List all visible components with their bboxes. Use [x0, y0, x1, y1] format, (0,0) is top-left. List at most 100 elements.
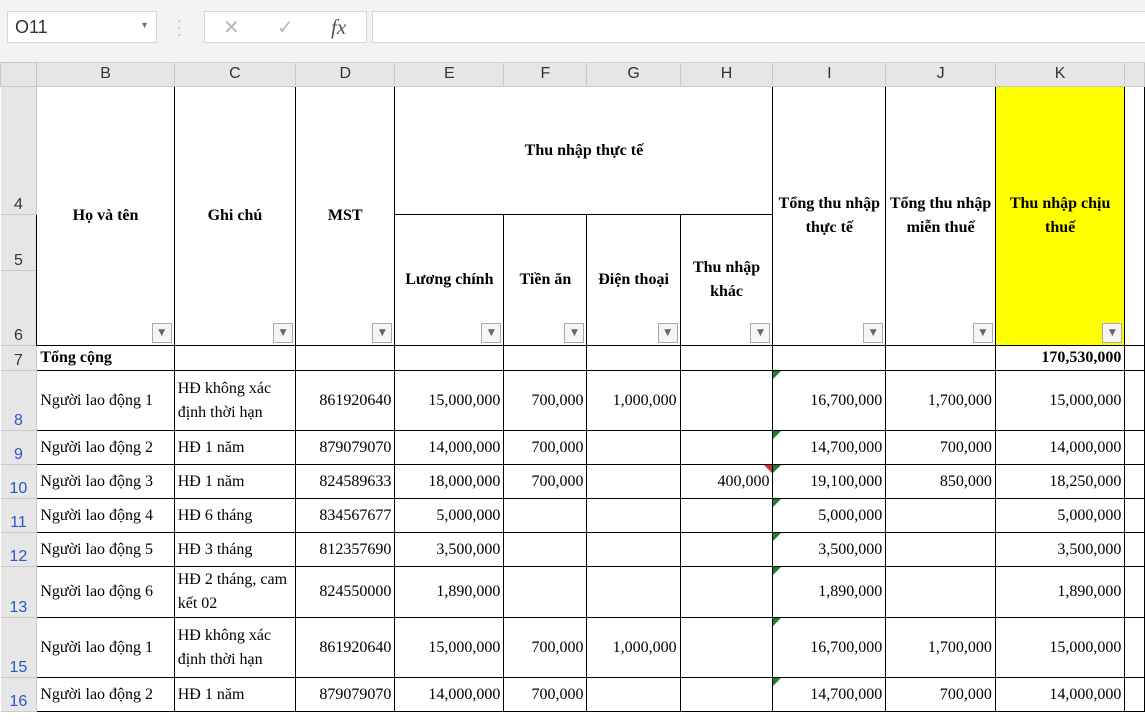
other-income-cell[interactable]: 400,000: [679, 464, 774, 499]
cell[interactable]: [772, 345, 887, 371]
column-header[interactable]: E: [394, 62, 505, 87]
filter-dropdown-icon[interactable]: ▼: [372, 323, 393, 343]
taxable-cell[interactable]: 1,890,000: [994, 566, 1126, 618]
row-header[interactable]: 8: [0, 370, 38, 431]
note-cell[interactable]: HĐ 2 tháng, cam kết 02: [173, 566, 297, 618]
column-header[interactable]: [1124, 62, 1145, 87]
row-header[interactable]: 7: [0, 345, 38, 371]
total-actual-cell[interactable]: 16,700,000: [772, 617, 887, 678]
row-header[interactable]: 16: [0, 677, 38, 712]
cell[interactable]: [679, 345, 774, 371]
cancel-icon[interactable]: ✕: [223, 15, 240, 39]
total-actual-cell[interactable]: 5,000,000: [772, 498, 887, 533]
meal-cell[interactable]: 700,000: [503, 617, 588, 678]
cell[interactable]: [394, 345, 505, 371]
note-cell[interactable]: HĐ 1 năm: [173, 464, 297, 499]
cell[interactable]: [1124, 430, 1145, 465]
total-actual-cell[interactable]: 16,700,000: [772, 370, 887, 431]
cell[interactable]: [586, 345, 681, 371]
mst-cell[interactable]: 834567677: [295, 498, 396, 533]
employee-name[interactable]: Người lao động 5: [36, 532, 175, 567]
taxable-cell[interactable]: 14,000,000: [994, 430, 1126, 465]
taxable-cell[interactable]: 3,500,000: [994, 532, 1126, 567]
total-actual-cell[interactable]: 3,500,000: [772, 532, 887, 567]
salary-cell[interactable]: 14,000,000: [394, 677, 505, 712]
column-header[interactable]: D: [295, 62, 396, 87]
phone-cell[interactable]: [586, 566, 681, 618]
phone-cell[interactable]: [586, 464, 681, 499]
phone-cell[interactable]: 1,000,000: [586, 370, 681, 431]
filter-dropdown-icon[interactable]: ▼: [657, 323, 678, 343]
total-exempt-cell[interactable]: 1,700,000: [885, 370, 996, 431]
other-income-cell[interactable]: [679, 617, 774, 678]
taxable-cell[interactable]: 5,000,000: [994, 498, 1126, 533]
other-income-cell[interactable]: [679, 566, 774, 618]
total-exempt-cell[interactable]: [885, 566, 996, 618]
filter-dropdown-icon[interactable]: ▼: [863, 323, 884, 343]
salary-cell[interactable]: 15,000,000: [394, 617, 505, 678]
employee-name[interactable]: Người lao động 1: [36, 370, 175, 431]
spreadsheet-grid[interactable]: B C D E F G H I J K 4 Họ và tên ▼ Ghi chú…: [0, 62, 1145, 712]
row-header[interactable]: 10: [0, 464, 38, 499]
column-header[interactable]: B: [36, 62, 175, 87]
mst-cell[interactable]: 824589633: [295, 464, 396, 499]
note-cell[interactable]: HĐ 3 tháng: [173, 532, 297, 567]
total-exempt-cell[interactable]: 700,000: [885, 677, 996, 712]
total-label[interactable]: Tổng cộng: [36, 345, 175, 371]
mst-cell[interactable]: 824550000: [295, 566, 396, 618]
mst-cell[interactable]: 879079070: [295, 430, 396, 465]
phone-cell[interactable]: [586, 677, 681, 712]
column-header[interactable]: C: [173, 62, 297, 87]
total-exempt-cell[interactable]: [885, 532, 996, 567]
cell[interactable]: [295, 345, 396, 371]
chevron-down-icon[interactable]: ▼: [140, 20, 149, 30]
filter-dropdown-icon[interactable]: ▼: [481, 323, 502, 343]
mst-cell[interactable]: 861920640: [295, 370, 396, 431]
enter-icon[interactable]: ✓: [277, 15, 294, 39]
cell[interactable]: [173, 345, 297, 371]
cell[interactable]: [1124, 617, 1145, 678]
cell[interactable]: [1124, 532, 1145, 567]
cell[interactable]: [1124, 677, 1145, 712]
row-header[interactable]: 6: [0, 270, 38, 346]
name-box[interactable]: O11 ▼: [7, 11, 157, 43]
column-header[interactable]: J: [885, 62, 996, 87]
salary-cell[interactable]: 3,500,000: [394, 532, 505, 567]
other-income-cell[interactable]: [679, 498, 774, 533]
employee-name[interactable]: Người lao động 2: [36, 430, 175, 465]
cell[interactable]: [1124, 498, 1145, 533]
formula-input[interactable]: [372, 11, 1145, 43]
phone-cell[interactable]: [586, 498, 681, 533]
taxable-cell[interactable]: 18,250,000: [994, 464, 1126, 499]
employee-name[interactable]: Người lao động 2: [36, 677, 175, 712]
total-actual-cell[interactable]: 19,100,000: [772, 464, 887, 499]
total-exempt-cell[interactable]: 1,700,000: [885, 617, 996, 678]
other-income-cell[interactable]: [679, 677, 774, 712]
meal-cell[interactable]: 700,000: [503, 370, 588, 431]
mst-cell[interactable]: 812357690: [295, 532, 396, 567]
employee-name[interactable]: Người lao động 3: [36, 464, 175, 499]
cell[interactable]: [1124, 370, 1145, 431]
cell[interactable]: [1124, 464, 1145, 499]
meal-cell[interactable]: [503, 566, 588, 618]
meal-cell[interactable]: 700,000: [503, 430, 588, 465]
total-actual-cell[interactable]: 1,890,000: [772, 566, 887, 618]
note-cell[interactable]: HĐ 1 năm: [173, 677, 297, 712]
row-header[interactable]: 13: [0, 566, 38, 618]
row-header[interactable]: 5: [0, 214, 38, 271]
column-header[interactable]: H: [679, 62, 774, 87]
column-header[interactable]: F: [503, 62, 588, 87]
meal-cell[interactable]: 700,000: [503, 464, 588, 499]
select-all-corner[interactable]: [0, 62, 38, 87]
salary-cell[interactable]: 18,000,000: [394, 464, 505, 499]
taxable-cell[interactable]: 15,000,000: [994, 370, 1126, 431]
total-exempt-cell[interactable]: 700,000: [885, 430, 996, 465]
other-income-cell[interactable]: [679, 430, 774, 465]
filter-dropdown-icon[interactable]: ▼: [1102, 323, 1123, 343]
filter-dropdown-icon[interactable]: ▼: [564, 323, 585, 343]
meal-cell[interactable]: 700,000: [503, 677, 588, 712]
filter-active-icon[interactable]: ▼: [273, 323, 294, 343]
filter-dropdown-icon[interactable]: ▼: [750, 323, 771, 343]
cell[interactable]: [1124, 86, 1145, 346]
employee-name[interactable]: Người lao động 1: [36, 617, 175, 678]
